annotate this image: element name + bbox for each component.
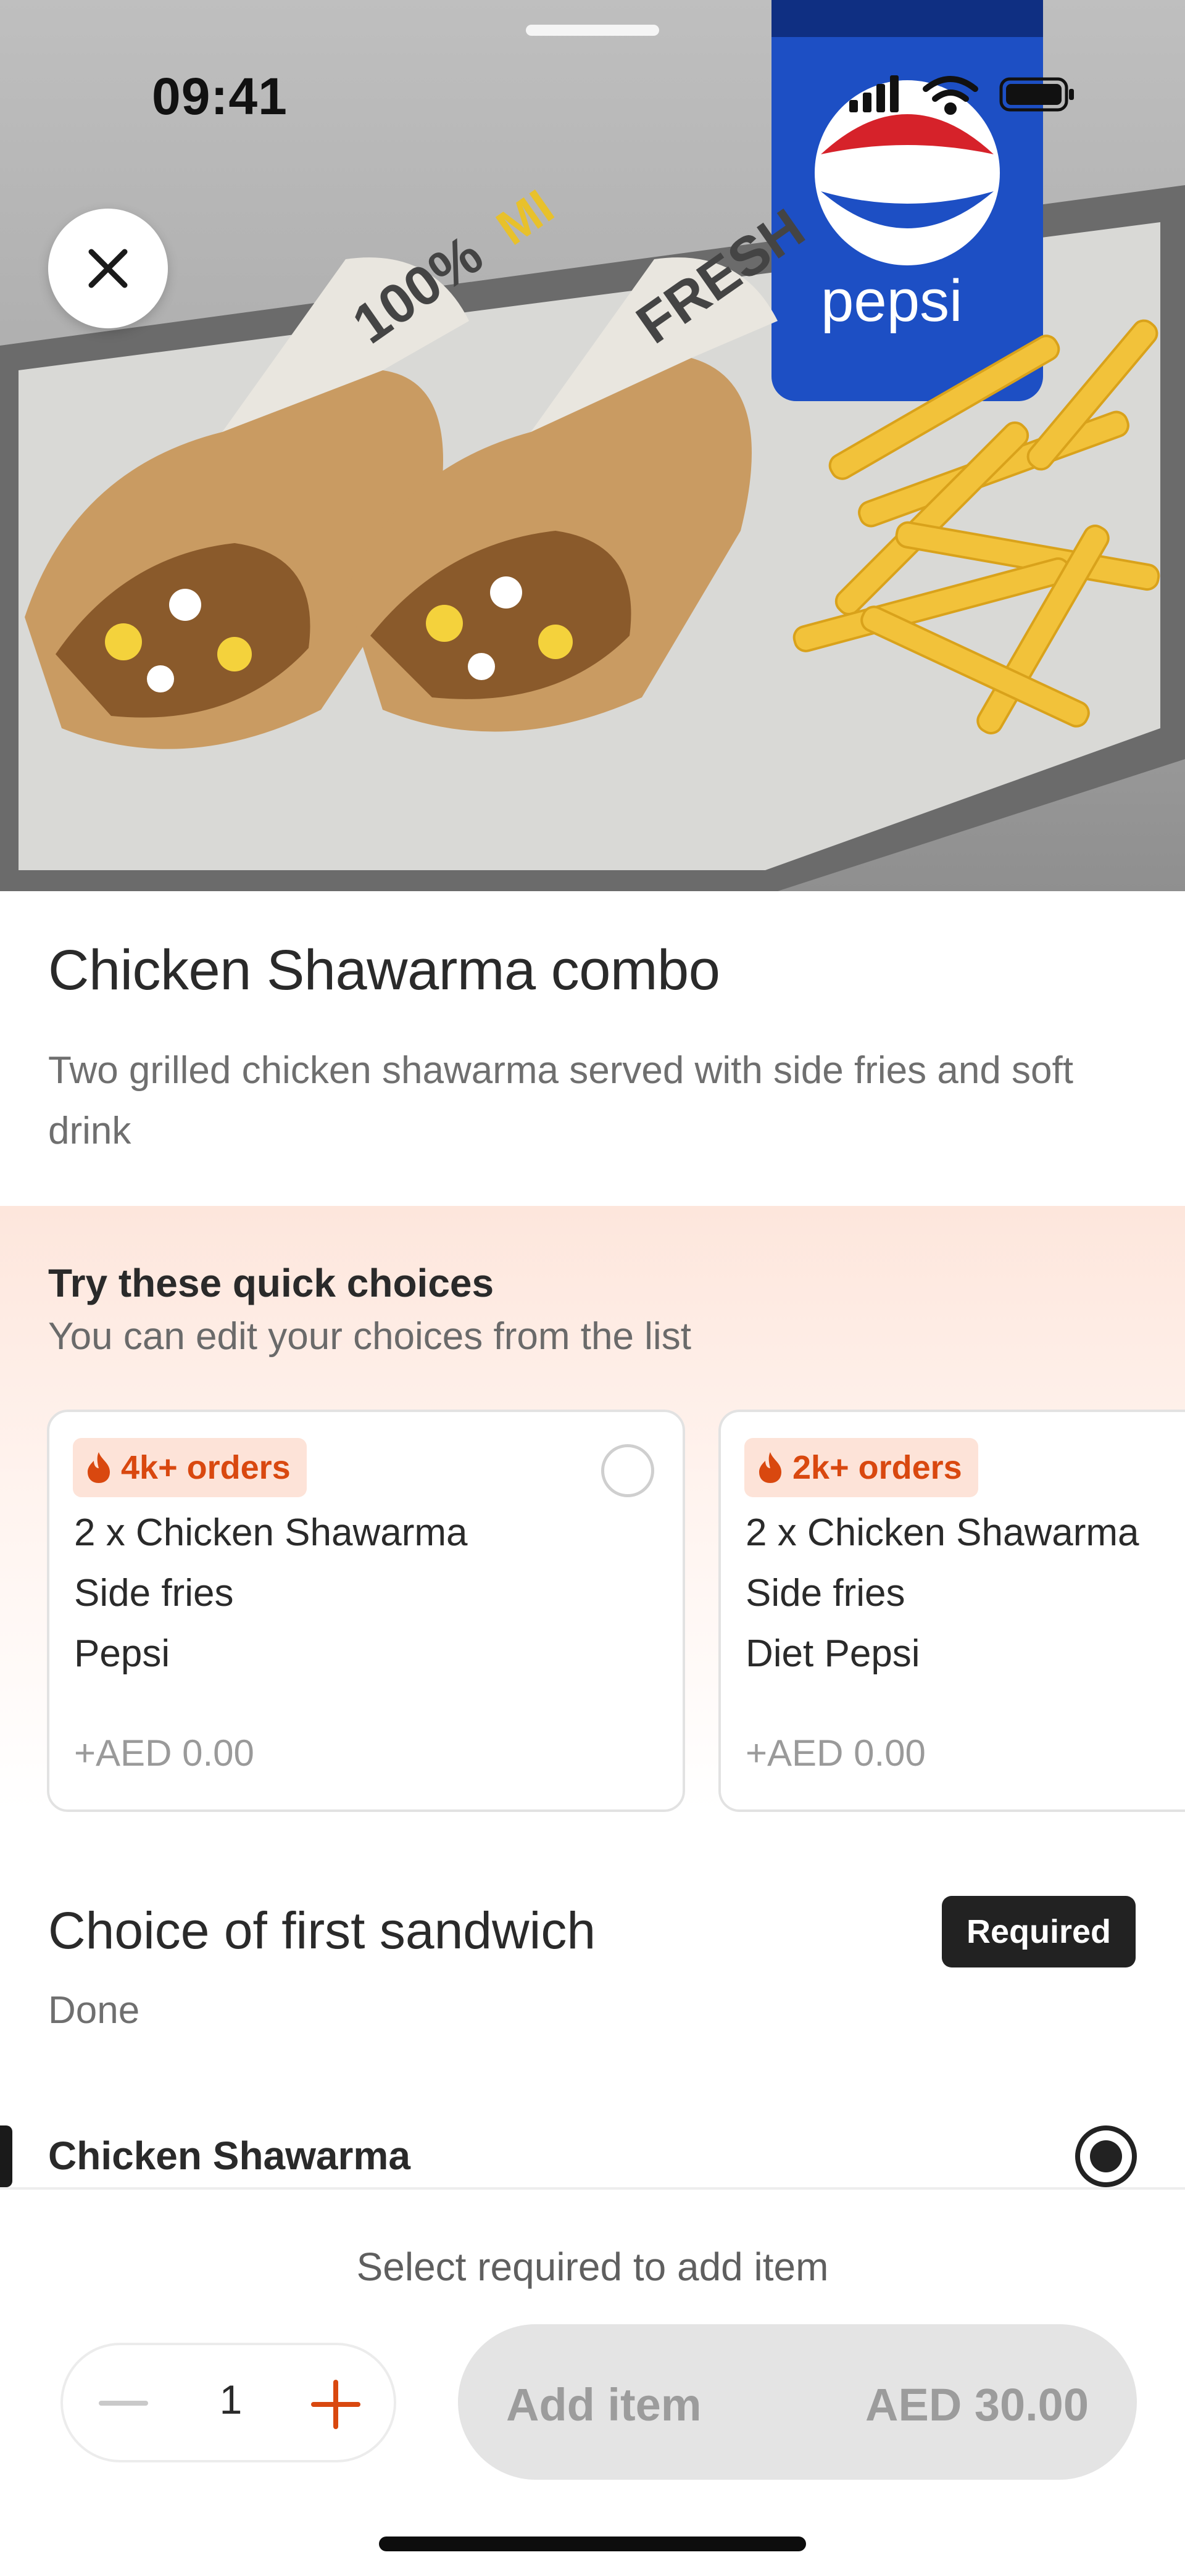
item-description: Two grilled chicken shawarma served with… [48,1049,1073,1152]
battery-icon [999,77,1074,112]
add-item-price: AED 30.00 [865,2379,1089,2430]
status-icons [849,75,1074,115]
sheet-grabber[interactable] [526,25,659,36]
add-item-label: Add item [506,2379,702,2430]
minus-icon [99,2401,148,2406]
popularity-badge: 4k+ orders [73,1438,307,1497]
required-badge: Required [942,1896,1136,1967]
wifi-icon [923,76,978,115]
add-item-button[interactable]: Add item AED 30.00 [458,2324,1137,2480]
status-time: 09:41 [152,67,288,125]
item-title: Chicken Shawarma combo [48,939,720,1002]
close-button[interactable] [48,209,168,328]
section-status: Done [48,1989,140,2032]
quick-choices-title: Try these quick choices [48,1261,494,1305]
quick-choice-card[interactable]: 4k+ orders 2 x Chicken Shawarma Side fri… [47,1410,685,1812]
close-icon [88,249,128,288]
quantity-stepper: 1 [60,2343,396,2462]
scroll-marker [0,2125,12,2187]
radio-dot [1090,2140,1122,2172]
food-photo: pepsi 100% FRESH MI [0,0,1185,891]
card-line: Side fries [746,1572,905,1614]
plus-icon [311,2380,360,2429]
section-title: Choice of first sandwich [48,1901,596,1959]
svg-text:MI: MI [487,179,563,256]
badge-text: 2k+ orders [792,1449,962,1486]
flame-icon [88,1452,110,1483]
option-radio-selected[interactable] [1075,2125,1137,2187]
hero-image: pepsi 100% FRESH MI 09:41 [0,0,1185,891]
home-indicator[interactable] [379,2537,806,2551]
card-line: Side fries [74,1572,234,1614]
card-line: Diet Pepsi [746,1632,920,1675]
signal-icon [849,75,899,112]
quantity-value: 1 [219,2377,243,2422]
increment-button[interactable] [305,2374,367,2435]
card-line: Pepsi [74,1632,170,1675]
card-radio[interactable] [601,1444,654,1497]
card-price: +AED 0.00 [74,1732,254,1774]
card-line: 2 x Chicken Shawarma [74,1511,468,1554]
card-line: 2 x Chicken Shawarma [746,1511,1139,1554]
badge-text: 4k+ orders [121,1449,291,1486]
quick-choices-subtitle: You can edit your choices from the list [48,1315,691,1358]
required-hint: Select required to add item [356,2245,829,2289]
decrement-button[interactable] [94,2382,153,2425]
quick-choice-card[interactable]: 2k+ orders 2 x Chicken Shawarma Side fri… [718,1410,1185,1812]
card-price: +AED 0.00 [746,1732,926,1774]
svg-text:pepsi: pepsi [821,268,963,334]
option-label[interactable]: Chicken Shawarma [48,2133,410,2179]
flame-icon [759,1452,781,1483]
popularity-badge: 2k+ orders [744,1438,978,1497]
